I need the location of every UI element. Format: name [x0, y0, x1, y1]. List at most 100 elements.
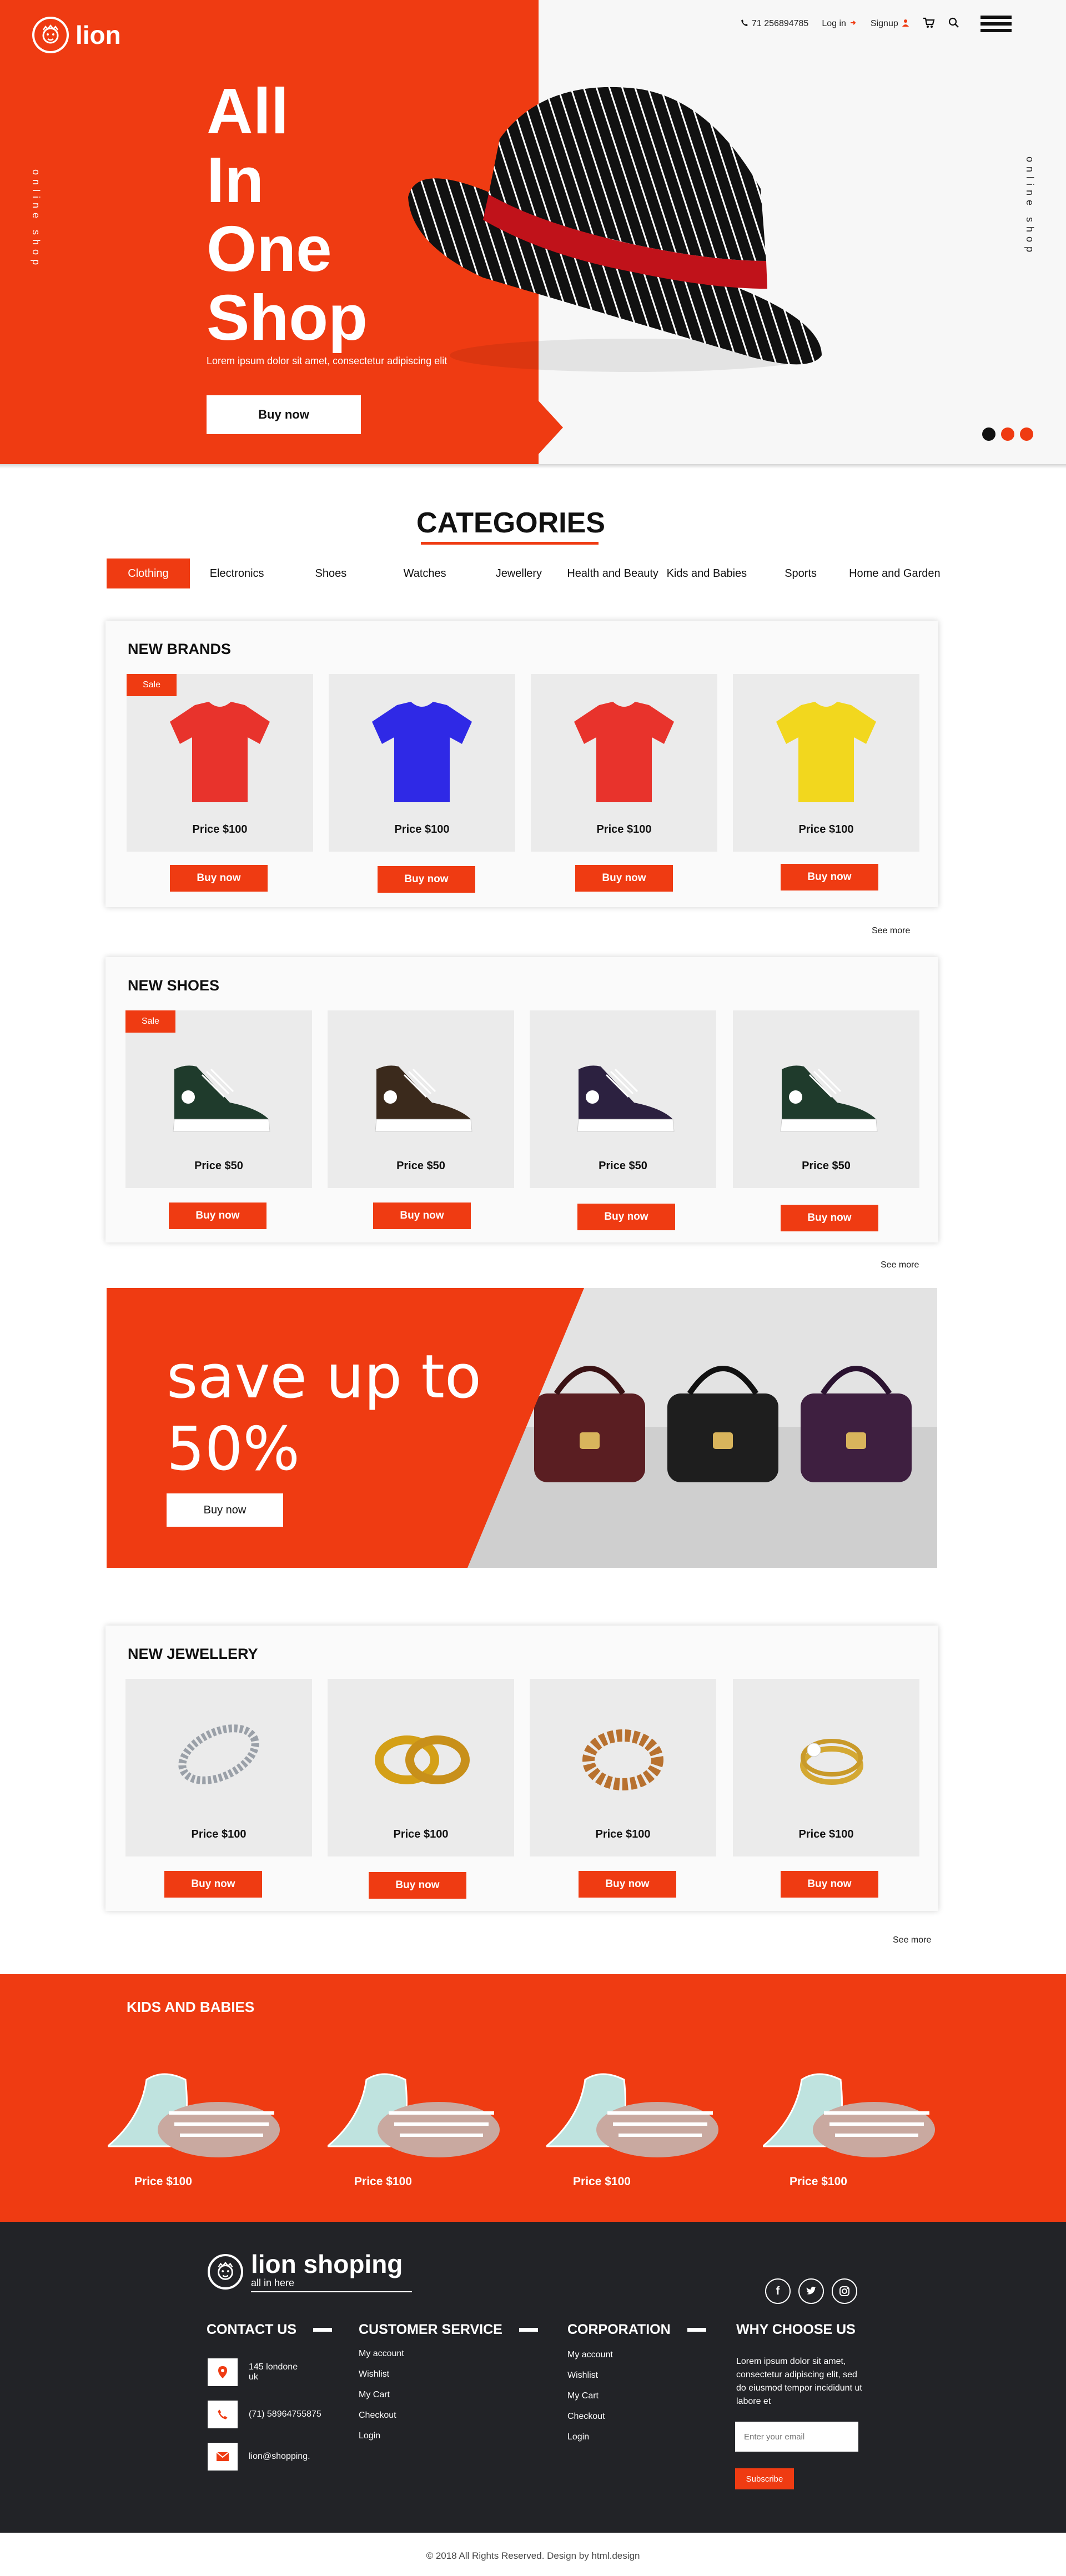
see-more-link[interactable]: See more: [872, 926, 910, 936]
contact-email-text: lion@shopping.: [249, 2452, 310, 2461]
section-title: NEW SHOES: [128, 977, 220, 994]
product-price: Price $100: [595, 1828, 651, 1840]
slider-dot[interactable]: [1020, 427, 1033, 441]
buy-now-button[interactable]: Buy now: [164, 1871, 262, 1898]
footer-link-wishlist[interactable]: Wishlist: [359, 2369, 538, 2379]
sneaker-image: [780, 1065, 878, 1132]
product-card[interactable]: Price $50: [328, 1010, 514, 1188]
buy-now-button[interactable]: Buy now: [781, 1205, 878, 1231]
login-link[interactable]: Log in: [822, 19, 857, 29]
hero-title-line: Shop: [207, 281, 368, 354]
product-card[interactable]: Price $100: [530, 1679, 716, 1856]
heading-divider: [687, 2328, 706, 2332]
footer-heading: CONTACT US: [207, 2322, 333, 2338]
product-card[interactable]: Price $50: [530, 1010, 716, 1188]
lion-logo-icon: [208, 2253, 243, 2290]
search-icon[interactable]: [948, 17, 959, 31]
product-card[interactable]: Price $100: [325, 2046, 516, 2188]
new-brands-section: NEW BRANDS Sale Price $100 Price $100 Pr…: [105, 621, 938, 907]
footer-logo[interactable]: lion shoping all in here: [208, 2251, 412, 2292]
cart-icon[interactable]: [923, 17, 935, 31]
buy-now-button[interactable]: Buy now: [169, 1203, 266, 1229]
tab-jewellery[interactable]: Jewellery: [472, 559, 566, 588]
contact-email[interactable]: lion@shopping.: [208, 2443, 310, 2471]
phone-icon: [208, 2401, 238, 2428]
tab-sports[interactable]: Sports: [754, 559, 848, 588]
product-card[interactable]: Price $100: [733, 1679, 919, 1856]
buy-now-button[interactable]: Buy now: [579, 1871, 676, 1898]
product-card[interactable]: Sale Price $50: [125, 1010, 312, 1188]
tab-watches[interactable]: Watches: [378, 559, 472, 588]
top-nav: 71 256894785 Log in Signup: [741, 16, 1012, 32]
product-price: Price $50: [396, 1160, 445, 1172]
buy-now-button[interactable]: Buy now: [369, 1872, 466, 1899]
promo-buy-now-button[interactable]: Buy now: [167, 1493, 283, 1527]
product-card[interactable]: Price $100: [125, 1679, 312, 1856]
footer-link-checkout[interactable]: Checkout: [359, 2411, 538, 2421]
subscribe-button[interactable]: Subscribe: [735, 2468, 794, 2489]
product-card[interactable]: Price $100: [733, 674, 919, 852]
side-label-left: online shop: [31, 169, 42, 270]
tab-home-and-garden[interactable]: Home and Garden: [848, 559, 942, 588]
slider-dot[interactable]: [1001, 427, 1014, 441]
product-card[interactable]: Price $100: [544, 2046, 735, 2188]
why-choose-us-text: Lorem ipsum dolor sit amet, consectetur …: [736, 2357, 862, 2406]
footer-link-my-cart[interactable]: My Cart: [567, 2391, 706, 2401]
footer-link-wishlist[interactable]: Wishlist: [567, 2371, 706, 2381]
menu-icon[interactable]: [980, 16, 1012, 32]
promo-banner: save up to 50% Buy now: [107, 1288, 937, 1568]
buy-now-button[interactable]: Buy now: [781, 1871, 878, 1898]
user-icon: [902, 19, 909, 29]
bracelet-image: [178, 1724, 259, 1784]
promo-headline: save up to 50%: [167, 1341, 481, 1486]
contact-phone[interactable]: (71) 58964755875: [208, 2401, 321, 2428]
tab-electronics[interactable]: Electronics: [190, 559, 284, 588]
tab-shoes[interactable]: Shoes: [284, 559, 378, 588]
login-link-text: Log in: [822, 19, 846, 28]
buy-now-button[interactable]: Buy now: [577, 1204, 675, 1230]
footer-tagline: all in here: [251, 2277, 412, 2292]
product-card[interactable]: Sale Price $100: [127, 674, 313, 852]
tab-health-and-beauty[interactable]: Health and Beauty: [566, 559, 660, 588]
buy-now-button[interactable]: Buy now: [781, 864, 878, 890]
contact-column: CONTACT US: [207, 2322, 333, 2338]
buy-now-button[interactable]: Buy now: [575, 865, 673, 892]
facebook-icon[interactable]: f: [765, 2278, 791, 2304]
new-shoes-section: NEW SHOES Sale Price $50 Price $50 Price…: [105, 957, 938, 1242]
footer-link-login[interactable]: Login: [567, 2432, 706, 2442]
hero-buy-now-button[interactable]: Buy now: [207, 395, 361, 434]
product-card[interactable]: Price $100: [329, 674, 515, 852]
footer-link-my-account[interactable]: My account: [359, 2349, 538, 2359]
instagram-icon[interactable]: [832, 2278, 857, 2304]
footer-heading-text: CONTACT US: [207, 2322, 297, 2337]
footer-link-checkout[interactable]: Checkout: [567, 2412, 706, 2422]
lion-logo-icon: [32, 17, 69, 53]
see-more-link[interactable]: See more: [893, 1935, 931, 1945]
footer-link-my-account[interactable]: My account: [567, 2350, 706, 2360]
buy-now-button[interactable]: Buy now: [170, 865, 268, 892]
tab-kids-and-babies[interactable]: Kids and Babies: [660, 559, 753, 588]
brand-name: lion: [76, 21, 121, 49]
sneaker-image: [375, 1065, 472, 1132]
newsletter-email-input[interactable]: [735, 2422, 858, 2452]
footer-link-login[interactable]: Login: [359, 2431, 538, 2441]
footer-link-my-cart[interactable]: My Cart: [359, 2390, 538, 2400]
signup-link[interactable]: Signup: [871, 19, 909, 29]
buy-now-button[interactable]: Buy now: [373, 1203, 471, 1229]
product-card[interactable]: Price $100: [531, 674, 717, 852]
see-more-link[interactable]: See more: [881, 1260, 919, 1270]
product-card[interactable]: Price $100: [328, 1679, 514, 1856]
tab-clothing[interactable]: Clothing: [107, 559, 190, 588]
phone-number[interactable]: 71 256894785: [741, 19, 808, 29]
slider-dot[interactable]: [982, 427, 995, 441]
hero-title: All In One Shop: [207, 77, 368, 352]
product-card[interactable]: Price $100: [760, 2046, 952, 2188]
product-card[interactable]: Price $50: [733, 1010, 919, 1188]
tshirt-image: [170, 702, 270, 802]
product-price: Price $100: [573, 2175, 631, 2188]
twitter-icon[interactable]: [798, 2278, 824, 2304]
hero-title-line: One: [207, 213, 332, 285]
buy-now-button[interactable]: Buy now: [378, 866, 475, 893]
brand-logo[interactable]: lion: [32, 17, 121, 53]
product-card[interactable]: Price $100: [105, 2046, 296, 2188]
